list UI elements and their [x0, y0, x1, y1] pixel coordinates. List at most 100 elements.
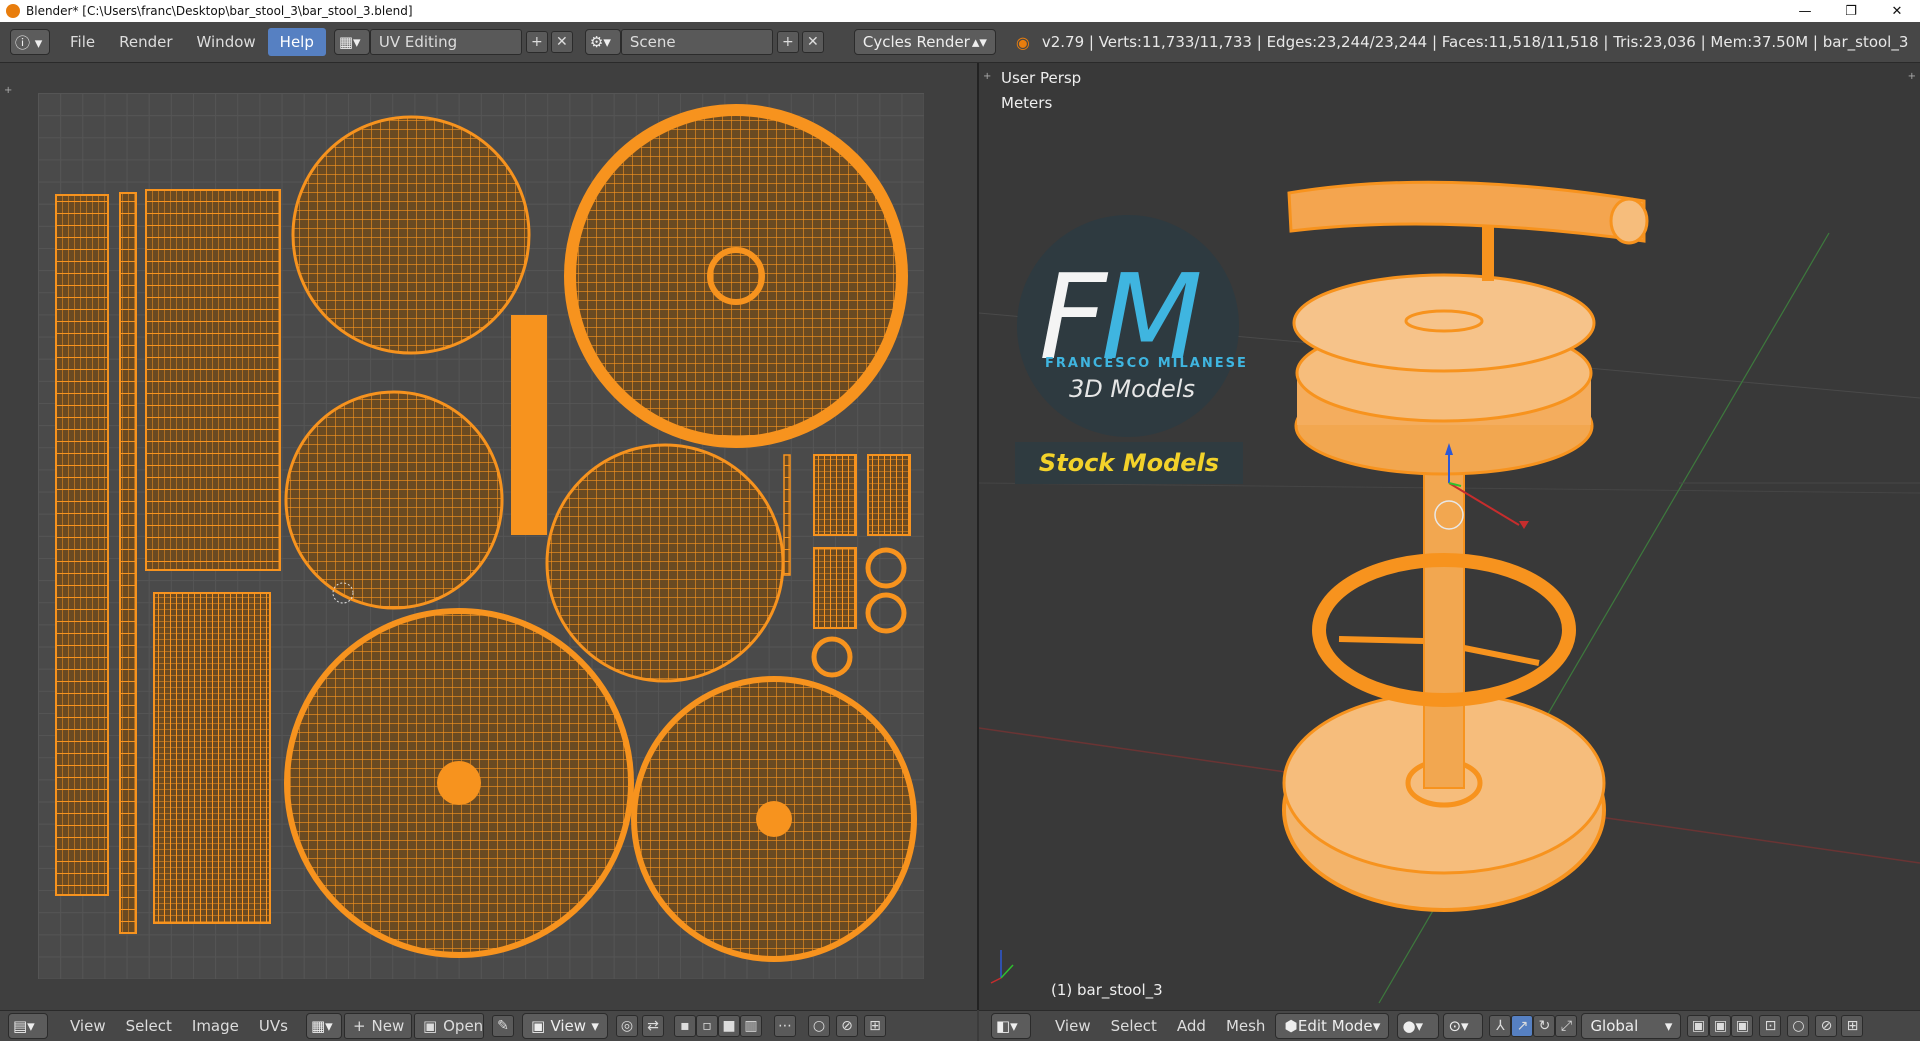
uv-island-center [756, 801, 792, 837]
viewport-scene [979, 180, 1920, 1004]
uv-island-strip [119, 192, 137, 934]
remove-scene-icon[interactable]: ✕ [801, 31, 824, 53]
info-header: ⓘ ▾ File Render Window Help ▦▾ UV Editin… [0, 22, 1920, 63]
uv-island-disc [284, 390, 504, 610]
3d-menu-add[interactable]: Add [1167, 1013, 1216, 1039]
minimize-button[interactable]: — [1782, 0, 1828, 22]
uv-image-editor[interactable]: + [0, 63, 979, 1010]
vertex-select-icon[interactable]: ▪ [673, 1015, 696, 1037]
scale-manipulator-icon[interactable]: ⤢ [1555, 1015, 1578, 1037]
new-image-button[interactable]: + New [343, 1013, 412, 1039]
bar-stool-mesh[interactable] [1282, 180, 1649, 912]
layer-icon[interactable]: ▣ [1709, 1015, 1732, 1037]
render-engine-dropdown[interactable]: Cycles Render ▴▾ [853, 29, 996, 55]
uv-view-dropdown[interactable]: ▣ View ▾ [521, 1013, 608, 1039]
window-title: Blender* [C:\Users\franc\Desktop\bar_sto… [26, 4, 413, 18]
layer-icon[interactable]: ▣ [1731, 1015, 1754, 1037]
window-controls: — ❐ ✕ [1782, 0, 1920, 22]
uv-grid [38, 93, 924, 979]
limit-selection-icon[interactable]: ⊡ [1759, 1015, 1782, 1037]
blender-logo-icon: ◉ [1015, 32, 1030, 52]
screen-layout-icon[interactable]: ▦▾ [333, 29, 370, 55]
sync-selection-icon[interactable]: ⇄ [641, 1015, 664, 1037]
render-engine-label: Cycles Render [862, 33, 970, 51]
uv-island-ring [811, 636, 853, 678]
pivot-point-icon[interactable]: ⊙▾ [1443, 1013, 1484, 1039]
uv-menu-image[interactable]: Image [182, 1013, 249, 1039]
scene-field[interactable]: Scene [620, 29, 773, 55]
chevron-icon: ▴▾ [971, 33, 987, 51]
uv-menu-uvs[interactable]: UVs [249, 1013, 298, 1039]
uv-island-disc [545, 443, 785, 683]
uv-islands [55, 104, 917, 962]
snap-icon[interactable]: ⊘ [835, 1015, 858, 1037]
orientation-dropdown[interactable]: Global ▾ [1581, 1013, 1682, 1039]
region-toggle-icon[interactable]: + [4, 85, 12, 96]
uv-menu-select[interactable]: Select [116, 1013, 182, 1039]
watermark-banner: Stock Models [1015, 442, 1243, 484]
object-label: (1) bar_stool_3 [1051, 981, 1163, 999]
island-select-icon[interactable]: ▥ [739, 1015, 762, 1037]
editor-type-info-icon[interactable]: ⓘ ▾ [10, 29, 50, 55]
layer-icon[interactable]: ▣ [1687, 1015, 1710, 1037]
image-browse-icon[interactable]: ▦▾ [305, 1013, 342, 1039]
add-scene-icon[interactable]: + [776, 31, 799, 53]
editor-type-uv-icon[interactable]: ▤▾ [8, 1013, 48, 1039]
maximize-button[interactable]: ❐ [1828, 0, 1874, 22]
open-image-label: Open [443, 1017, 484, 1035]
rotate-manipulator-icon[interactable]: ↻ [1533, 1015, 1556, 1037]
uv-island-strip [813, 547, 857, 629]
orientation-label: Global [1590, 1017, 1639, 1035]
uv-editor-header: ▤▾ View Select Image UVs ▦▾ + New ▣ Open… [0, 1010, 977, 1041]
face-select-icon[interactable]: ■ [717, 1015, 740, 1037]
close-window-button[interactable]: ✕ [1874, 0, 1920, 22]
uv-island-strip [867, 454, 911, 536]
snap-element-icon[interactable]: ⊞ [1841, 1015, 1864, 1037]
uv-island-ring [865, 547, 907, 589]
menu-file[interactable]: File [58, 28, 107, 56]
blender-app-icon [6, 4, 20, 18]
viewport-shading-icon[interactable]: ●▾ [1397, 1013, 1440, 1039]
mode-label: Edit Mode [1297, 1017, 1373, 1035]
pivot-icon[interactable]: ◎ [615, 1015, 638, 1037]
proportional-edit-icon[interactable]: ○ [807, 1015, 830, 1037]
manipulator-toggle-icon[interactable]: ⅄ [1489, 1015, 1512, 1037]
3d-menu-mesh[interactable]: Mesh [1216, 1013, 1276, 1039]
uv-island-strip [153, 592, 271, 924]
uv-island-disc [564, 104, 908, 448]
translate-manipulator-icon[interactable]: ↗ [1511, 1015, 1534, 1037]
open-image-button[interactable]: ▣ Open [413, 1013, 484, 1039]
uv-island-disc [291, 115, 531, 355]
uv-island-bar [511, 315, 547, 535]
scene-icon[interactable]: ⚙▾ [584, 29, 621, 55]
menu-window[interactable]: Window [185, 28, 268, 56]
watermark-subtitle: 3D Models [1069, 375, 1195, 403]
proportional-edit-icon[interactable]: ○ [1787, 1015, 1810, 1037]
uv-island-ring [865, 592, 907, 634]
sticky-select-icon[interactable]: ⋯ [773, 1015, 796, 1037]
editor-type-3d-icon[interactable]: ◧▾ [991, 1013, 1031, 1039]
snap-icon[interactable]: ⊘ [1815, 1015, 1838, 1037]
scene-stats: v2.79 | Verts:11,733/11,733 | Edges:23,2… [1041, 33, 1909, 51]
pin-image-icon[interactable]: ✎ [491, 1015, 514, 1037]
snap-element-icon[interactable]: ⊞ [863, 1015, 886, 1037]
screen-layout-field[interactable]: UV Editing [369, 29, 522, 55]
edit-mode-icon: ⬢ [1284, 1017, 1298, 1035]
3d-view-header: ◧▾ View Select Add Mesh ⬢ Edit Mode ▾ ●▾ ⊙… [979, 1010, 1920, 1041]
3d-menu-select[interactable]: Select [1101, 1013, 1167, 1039]
menu-help[interactable]: Help [267, 28, 326, 56]
remove-layout-icon[interactable]: ✕ [550, 31, 573, 53]
watermark-name: FRANCESCO MILANESE [1045, 356, 1248, 371]
3d-viewport[interactable]: + + User Persp Meters FM FRANCESCO MILAN… [979, 63, 1920, 1010]
add-layout-icon[interactable]: + [525, 31, 548, 53]
edge-select-icon[interactable]: ▫ [695, 1015, 718, 1037]
mode-dropdown[interactable]: ⬢ Edit Mode ▾ [1275, 1013, 1390, 1039]
uv-island-strip [55, 194, 109, 896]
window-titlebar: Blender* [C:\Users\franc\Desktop\bar_sto… [0, 0, 1920, 22]
uv-island-strip [783, 454, 791, 576]
menu-render[interactable]: Render [107, 28, 184, 56]
uv-island-strip [145, 189, 281, 571]
3d-menu-view[interactable]: View [1045, 1013, 1101, 1039]
uv-menu-view[interactable]: View [60, 1013, 116, 1039]
new-image-label: New [371, 1017, 405, 1035]
